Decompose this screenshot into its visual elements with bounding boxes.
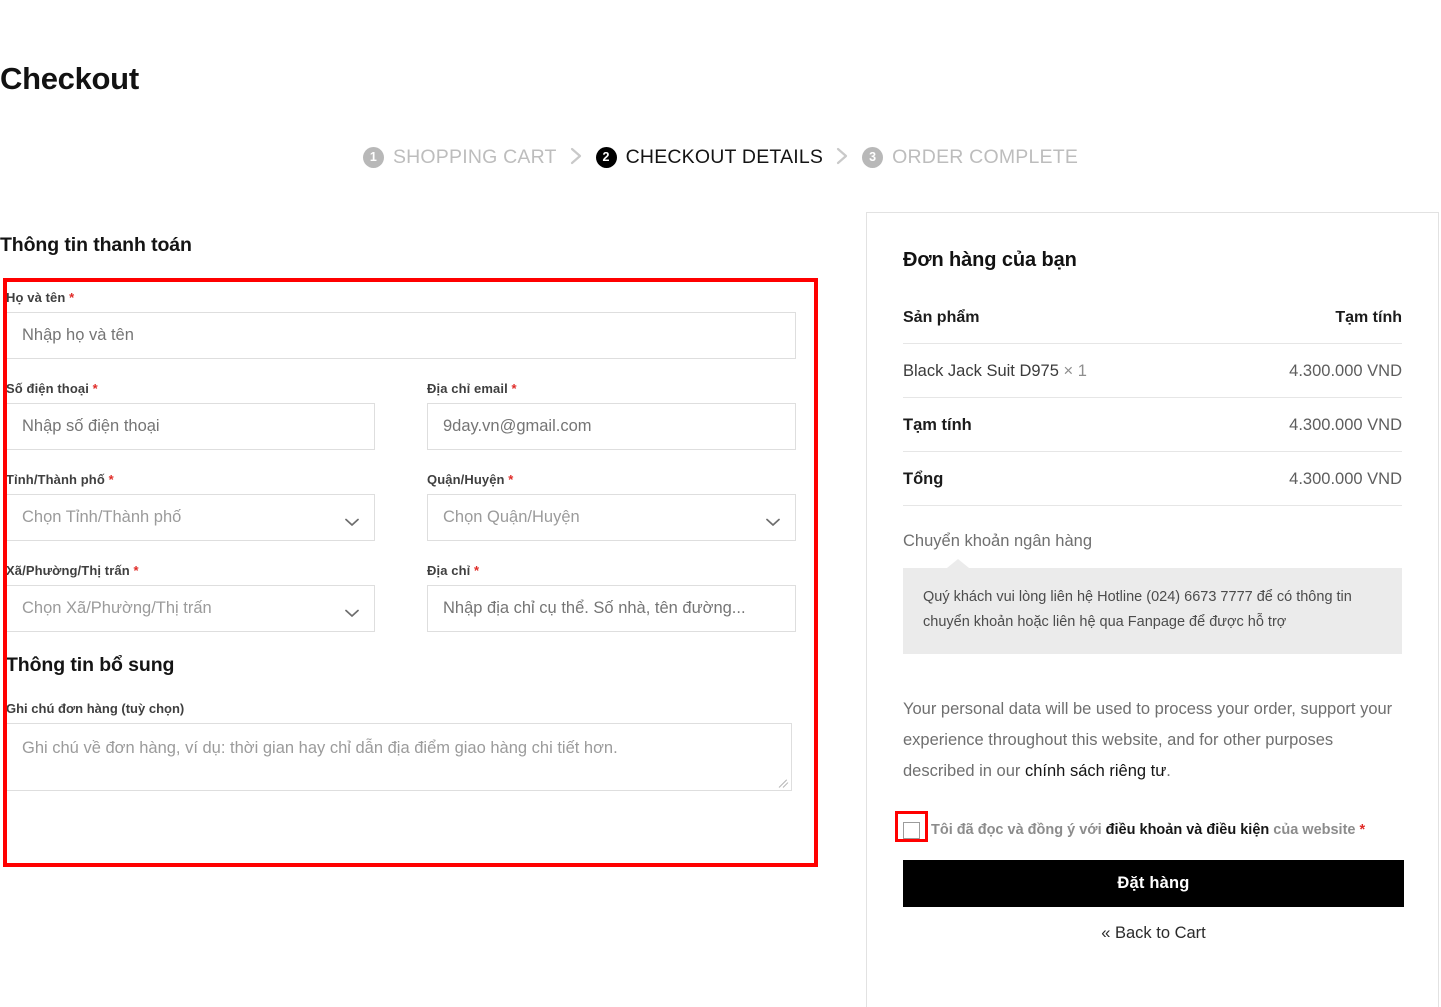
billing-form: Họ và tên * Số điện thoại * Địa chỉ emai… (6, 290, 796, 791)
field-province: Tỉnh/Thành phố * Chọn Tỉnh/Thành phố (6, 472, 375, 541)
field-phone: Số điện thoại * (6, 381, 375, 450)
fullname-input[interactable] (6, 312, 796, 359)
required-mark: * (69, 290, 75, 305)
checkout-page: Checkout 1 SHOPPING CART 2 CHECKOUT DETA… (0, 0, 1441, 1007)
resize-handle-icon[interactable] (778, 777, 790, 789)
step-3-label: ORDER COMPLETE (892, 146, 1079, 168)
step-2-label: CHECKOUT DETAILS (625, 146, 824, 168)
step-1-badge: 1 (362, 147, 384, 168)
field-email: Địa chỉ email * (427, 381, 796, 450)
payment-method-label: Chuyển khoản ngân hàng (903, 532, 1092, 550)
order-note-label: Ghi chú đơn hàng (tuỳ chọn) (6, 701, 185, 716)
district-select[interactable]: Chọn Quận/Huyện (427, 494, 796, 541)
terms-and-conditions-link[interactable]: điều khoản và điều kiện (1106, 822, 1270, 838)
field-district: Quận/Huyện * Chọn Quận/Huyện (427, 472, 796, 541)
billing-heading: Thông tin thanh toán (0, 234, 192, 256)
summary-item-amount: 4.300.000 VND (1289, 362, 1402, 380)
chevron-down-icon (766, 513, 780, 526)
required-mark: * (511, 381, 517, 396)
terms-text-before: Tôi đã đọc và đồng ý với (931, 822, 1106, 838)
terms-checkbox[interactable] (903, 821, 920, 839)
terms-row: Tôi đã đọc và đồng ý với điều khoản và đ… (895, 811, 1402, 842)
chevron-down-icon (345, 604, 359, 617)
order-note-textarea[interactable]: Ghi chú về đơn hàng, ví dụ: thời gian ha… (6, 723, 792, 791)
row-phone-email: Số điện thoại * Địa chỉ email * (6, 381, 796, 450)
field-order-note: Ghi chú đơn hàng (tuỳ chọn) Ghi chú về đ… (6, 701, 796, 791)
payment-instructions-text: Quý khách vui lòng liên hệ Hotline (024)… (923, 589, 1352, 630)
summary-item-name: Black Jack Suit D975 × 1 (903, 362, 1087, 380)
required-mark: * (92, 381, 98, 396)
order-note-placeholder: Ghi chú về đơn hàng, ví dụ: thời gian ha… (22, 739, 618, 757)
step-checkout-details[interactable]: 2 CHECKOUT DETAILS (595, 146, 824, 169)
field-ward: Xã/Phường/Thị trấn * Chọn Xã/Phường/Thị … (6, 563, 375, 632)
province-label: Tỉnh/Thành phố * (6, 472, 114, 487)
email-label: Địa chỉ email * (427, 381, 517, 396)
required-mark: * (1359, 822, 1366, 838)
summary-table-header: Sản phẩm Tạm tính (903, 309, 1402, 344)
privacy-text-after: . (1166, 762, 1171, 780)
summary-subtotal-label: Tạm tính (903, 416, 972, 434)
address-input[interactable] (427, 585, 796, 632)
field-address: Địa chỉ * (427, 563, 796, 632)
chevron-right-icon (570, 147, 583, 169)
column-header-subtotal: Tạm tính (1335, 309, 1402, 326)
place-order-button[interactable]: Đặt hàng (903, 860, 1404, 907)
step-2-badge: 2 (595, 147, 617, 168)
phone-label: Số điện thoại * (6, 381, 98, 396)
column-header-product: Sản phẩm (903, 309, 980, 326)
required-mark: * (508, 472, 514, 487)
field-fullname: Họ và tên * (6, 290, 796, 359)
summary-total-amount: 4.300.000 VND (1289, 470, 1402, 488)
payment-method-bank-transfer[interactable]: Chuyển khoản ngân hàng (903, 506, 1402, 551)
email-input[interactable] (427, 403, 796, 450)
additional-info-heading: Thông tin bổ sung (6, 654, 175, 676)
ward-label: Xã/Phường/Thị trấn * (6, 563, 139, 578)
payment-instructions-box: Quý khách vui lòng liên hệ Hotline (024)… (903, 559, 1402, 654)
province-select-value: Chọn Tỉnh/Thành phố (22, 508, 182, 526)
checkout-steps: 1 SHOPPING CART 2 CHECKOUT DETAILS 3 ORD… (0, 146, 1441, 169)
summary-subtotal-row: Tạm tính 4.300.000 VND (903, 398, 1402, 452)
step-shopping-cart[interactable]: 1 SHOPPING CART (362, 146, 557, 169)
terms-text-after: của website (1269, 822, 1360, 838)
province-select[interactable]: Chọn Tỉnh/Thành phố (6, 494, 375, 541)
step-3-badge: 3 (862, 147, 884, 168)
order-summary-panel: Đơn hàng của bạn Sản phẩm Tạm tính Black… (866, 212, 1439, 1007)
step-order-complete[interactable]: 3 ORDER COMPLETE (862, 146, 1078, 169)
row-province-district: Tỉnh/Thành phố * Chọn Tỉnh/Thành phố Quậ… (6, 472, 796, 541)
page-title: Checkout (0, 61, 139, 96)
terms-label: Tôi đã đọc và đồng ý với điều khoản và đ… (931, 822, 1365, 838)
summary-subtotal-amount: 4.300.000 VND (1289, 416, 1402, 434)
summary-item-quantity: × 1 (1063, 362, 1087, 380)
privacy-policy-link[interactable]: chính sách riêng tư (1025, 762, 1166, 780)
back-to-cart-link[interactable]: « Back to Cart (903, 924, 1404, 943)
ward-select[interactable]: Chọn Xã/Phường/Thị trấn (6, 585, 375, 632)
chevron-right-icon (836, 147, 849, 169)
step-1-label: SHOPPING CART (392, 146, 557, 168)
district-select-value: Chọn Quận/Huyện (443, 508, 580, 526)
row-ward-address: Xã/Phường/Thị trấn * Chọn Xã/Phường/Thị … (6, 563, 796, 632)
required-mark: * (474, 563, 480, 578)
summary-item-row: Black Jack Suit D975 × 1 4.300.000 VND (903, 344, 1402, 398)
summary-total-row: Tổng 4.300.000 VND (903, 452, 1402, 506)
summary-total-label: Tổng (903, 470, 944, 488)
privacy-notice: Your personal data will be used to proce… (903, 694, 1402, 787)
fullname-label: Họ và tên * (6, 290, 75, 305)
phone-input[interactable] (6, 403, 375, 450)
required-mark: * (108, 472, 114, 487)
required-mark: * (133, 563, 139, 578)
chevron-down-icon (345, 513, 359, 526)
ward-select-value: Chọn Xã/Phường/Thị trấn (22, 599, 212, 617)
address-label: Địa chỉ * (427, 563, 480, 578)
district-label: Quận/Huyện * (427, 472, 514, 487)
order-summary-title: Đơn hàng của bạn (903, 249, 1077, 271)
